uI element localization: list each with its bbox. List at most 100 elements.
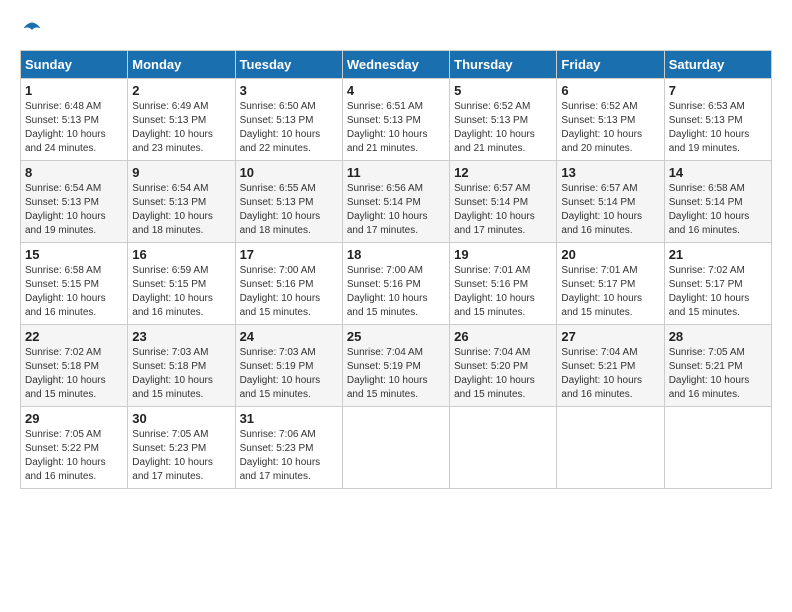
calendar-cell: 11 Sunrise: 6:56 AM Sunset: 5:14 PM Dayl… xyxy=(342,161,449,243)
day-number: 19 xyxy=(454,247,552,262)
calendar-cell: 17 Sunrise: 7:00 AM Sunset: 5:16 PM Dayl… xyxy=(235,243,342,325)
calendar-cell: 20 Sunrise: 7:01 AM Sunset: 5:17 PM Dayl… xyxy=(557,243,664,325)
day-number: 15 xyxy=(25,247,123,262)
calendar-cell: 23 Sunrise: 7:03 AM Sunset: 5:18 PM Dayl… xyxy=(128,325,235,407)
day-info: Sunrise: 7:05 AM Sunset: 5:23 PM Dayligh… xyxy=(132,428,230,484)
day-number: 1 xyxy=(25,83,123,98)
calendar-day-header: Friday xyxy=(557,51,664,79)
day-info: Sunrise: 7:04 AM Sunset: 5:20 PM Dayligh… xyxy=(454,346,552,402)
calendar-cell: 4 Sunrise: 6:51 AM Sunset: 5:13 PM Dayli… xyxy=(342,79,449,161)
day-number: 28 xyxy=(669,329,767,344)
day-number: 29 xyxy=(25,411,123,426)
calendar-cell: 7 Sunrise: 6:53 AM Sunset: 5:13 PM Dayli… xyxy=(664,79,771,161)
day-info: Sunrise: 6:48 AM Sunset: 5:13 PM Dayligh… xyxy=(25,100,123,156)
day-number: 27 xyxy=(561,329,659,344)
day-info: Sunrise: 7:02 AM Sunset: 5:18 PM Dayligh… xyxy=(25,346,123,402)
day-info: Sunrise: 7:03 AM Sunset: 5:18 PM Dayligh… xyxy=(132,346,230,402)
day-number: 30 xyxy=(132,411,230,426)
day-number: 3 xyxy=(240,83,338,98)
day-info: Sunrise: 6:59 AM Sunset: 5:15 PM Dayligh… xyxy=(132,264,230,320)
calendar-cell: 1 Sunrise: 6:48 AM Sunset: 5:13 PM Dayli… xyxy=(21,79,128,161)
calendar-cell: 30 Sunrise: 7:05 AM Sunset: 5:23 PM Dayl… xyxy=(128,407,235,489)
day-info: Sunrise: 7:05 AM Sunset: 5:21 PM Dayligh… xyxy=(669,346,767,402)
day-info: Sunrise: 6:57 AM Sunset: 5:14 PM Dayligh… xyxy=(561,182,659,238)
calendar-day-header: Monday xyxy=(128,51,235,79)
calendar-week-row: 22 Sunrise: 7:02 AM Sunset: 5:18 PM Dayl… xyxy=(21,325,772,407)
day-info: Sunrise: 6:56 AM Sunset: 5:14 PM Dayligh… xyxy=(347,182,445,238)
day-number: 25 xyxy=(347,329,445,344)
day-info: Sunrise: 7:01 AM Sunset: 5:16 PM Dayligh… xyxy=(454,264,552,320)
calendar-cell: 31 Sunrise: 7:06 AM Sunset: 5:23 PM Dayl… xyxy=(235,407,342,489)
day-number: 22 xyxy=(25,329,123,344)
day-number: 24 xyxy=(240,329,338,344)
calendar-cell: 28 Sunrise: 7:05 AM Sunset: 5:21 PM Dayl… xyxy=(664,325,771,407)
day-info: Sunrise: 6:52 AM Sunset: 5:13 PM Dayligh… xyxy=(561,100,659,156)
day-info: Sunrise: 6:55 AM Sunset: 5:13 PM Dayligh… xyxy=(240,182,338,238)
calendar-cell: 8 Sunrise: 6:54 AM Sunset: 5:13 PM Dayli… xyxy=(21,161,128,243)
day-info: Sunrise: 7:05 AM Sunset: 5:22 PM Dayligh… xyxy=(25,428,123,484)
calendar-cell: 26 Sunrise: 7:04 AM Sunset: 5:20 PM Dayl… xyxy=(450,325,557,407)
day-info: Sunrise: 7:06 AM Sunset: 5:23 PM Dayligh… xyxy=(240,428,338,484)
day-number: 10 xyxy=(240,165,338,180)
calendar-cell: 2 Sunrise: 6:49 AM Sunset: 5:13 PM Dayli… xyxy=(128,79,235,161)
day-info: Sunrise: 6:49 AM Sunset: 5:13 PM Dayligh… xyxy=(132,100,230,156)
day-number: 11 xyxy=(347,165,445,180)
calendar-week-row: 29 Sunrise: 7:05 AM Sunset: 5:22 PM Dayl… xyxy=(21,407,772,489)
calendar-body: 1 Sunrise: 6:48 AM Sunset: 5:13 PM Dayli… xyxy=(21,79,772,489)
day-number: 8 xyxy=(25,165,123,180)
logo-bird-icon xyxy=(22,20,42,40)
calendar-cell: 10 Sunrise: 6:55 AM Sunset: 5:13 PM Dayl… xyxy=(235,161,342,243)
page-header xyxy=(20,20,772,40)
day-info: Sunrise: 6:52 AM Sunset: 5:13 PM Dayligh… xyxy=(454,100,552,156)
day-info: Sunrise: 7:03 AM Sunset: 5:19 PM Dayligh… xyxy=(240,346,338,402)
calendar-cell: 13 Sunrise: 6:57 AM Sunset: 5:14 PM Dayl… xyxy=(557,161,664,243)
calendar-week-row: 8 Sunrise: 6:54 AM Sunset: 5:13 PM Dayli… xyxy=(21,161,772,243)
calendar-day-header: Thursday xyxy=(450,51,557,79)
day-number: 12 xyxy=(454,165,552,180)
day-number: 14 xyxy=(669,165,767,180)
calendar-cell: 15 Sunrise: 6:58 AM Sunset: 5:15 PM Dayl… xyxy=(21,243,128,325)
day-number: 17 xyxy=(240,247,338,262)
calendar-cell xyxy=(342,407,449,489)
day-info: Sunrise: 7:02 AM Sunset: 5:17 PM Dayligh… xyxy=(669,264,767,320)
calendar-day-header: Tuesday xyxy=(235,51,342,79)
calendar-cell: 19 Sunrise: 7:01 AM Sunset: 5:16 PM Dayl… xyxy=(450,243,557,325)
day-number: 21 xyxy=(669,247,767,262)
day-info: Sunrise: 7:00 AM Sunset: 5:16 PM Dayligh… xyxy=(347,264,445,320)
day-number: 31 xyxy=(240,411,338,426)
day-info: Sunrise: 6:54 AM Sunset: 5:13 PM Dayligh… xyxy=(132,182,230,238)
day-number: 6 xyxy=(561,83,659,98)
calendar-week-row: 15 Sunrise: 6:58 AM Sunset: 5:15 PM Dayl… xyxy=(21,243,772,325)
day-info: Sunrise: 7:04 AM Sunset: 5:19 PM Dayligh… xyxy=(347,346,445,402)
calendar-cell: 9 Sunrise: 6:54 AM Sunset: 5:13 PM Dayli… xyxy=(128,161,235,243)
calendar-cell: 18 Sunrise: 7:00 AM Sunset: 5:16 PM Dayl… xyxy=(342,243,449,325)
day-number: 26 xyxy=(454,329,552,344)
calendar-cell: 29 Sunrise: 7:05 AM Sunset: 5:22 PM Dayl… xyxy=(21,407,128,489)
day-info: Sunrise: 7:04 AM Sunset: 5:21 PM Dayligh… xyxy=(561,346,659,402)
calendar-cell xyxy=(450,407,557,489)
day-info: Sunrise: 6:57 AM Sunset: 5:14 PM Dayligh… xyxy=(454,182,552,238)
calendar-cell: 16 Sunrise: 6:59 AM Sunset: 5:15 PM Dayl… xyxy=(128,243,235,325)
day-info: Sunrise: 6:50 AM Sunset: 5:13 PM Dayligh… xyxy=(240,100,338,156)
day-number: 18 xyxy=(347,247,445,262)
calendar-cell xyxy=(664,407,771,489)
day-info: Sunrise: 6:58 AM Sunset: 5:14 PM Dayligh… xyxy=(669,182,767,238)
day-number: 5 xyxy=(454,83,552,98)
day-info: Sunrise: 6:53 AM Sunset: 5:13 PM Dayligh… xyxy=(669,100,767,156)
logo xyxy=(20,20,42,40)
day-info: Sunrise: 7:01 AM Sunset: 5:17 PM Dayligh… xyxy=(561,264,659,320)
day-info: Sunrise: 6:58 AM Sunset: 5:15 PM Dayligh… xyxy=(25,264,123,320)
day-number: 7 xyxy=(669,83,767,98)
calendar-day-header: Saturday xyxy=(664,51,771,79)
calendar-table: SundayMondayTuesdayWednesdayThursdayFrid… xyxy=(20,50,772,489)
day-info: Sunrise: 6:54 AM Sunset: 5:13 PM Dayligh… xyxy=(25,182,123,238)
calendar-cell: 3 Sunrise: 6:50 AM Sunset: 5:13 PM Dayli… xyxy=(235,79,342,161)
day-number: 4 xyxy=(347,83,445,98)
day-number: 23 xyxy=(132,329,230,344)
calendar-cell: 27 Sunrise: 7:04 AM Sunset: 5:21 PM Dayl… xyxy=(557,325,664,407)
calendar-cell xyxy=(557,407,664,489)
calendar-header-row: SundayMondayTuesdayWednesdayThursdayFrid… xyxy=(21,51,772,79)
calendar-cell: 21 Sunrise: 7:02 AM Sunset: 5:17 PM Dayl… xyxy=(664,243,771,325)
calendar-cell: 22 Sunrise: 7:02 AM Sunset: 5:18 PM Dayl… xyxy=(21,325,128,407)
calendar-cell: 24 Sunrise: 7:03 AM Sunset: 5:19 PM Dayl… xyxy=(235,325,342,407)
